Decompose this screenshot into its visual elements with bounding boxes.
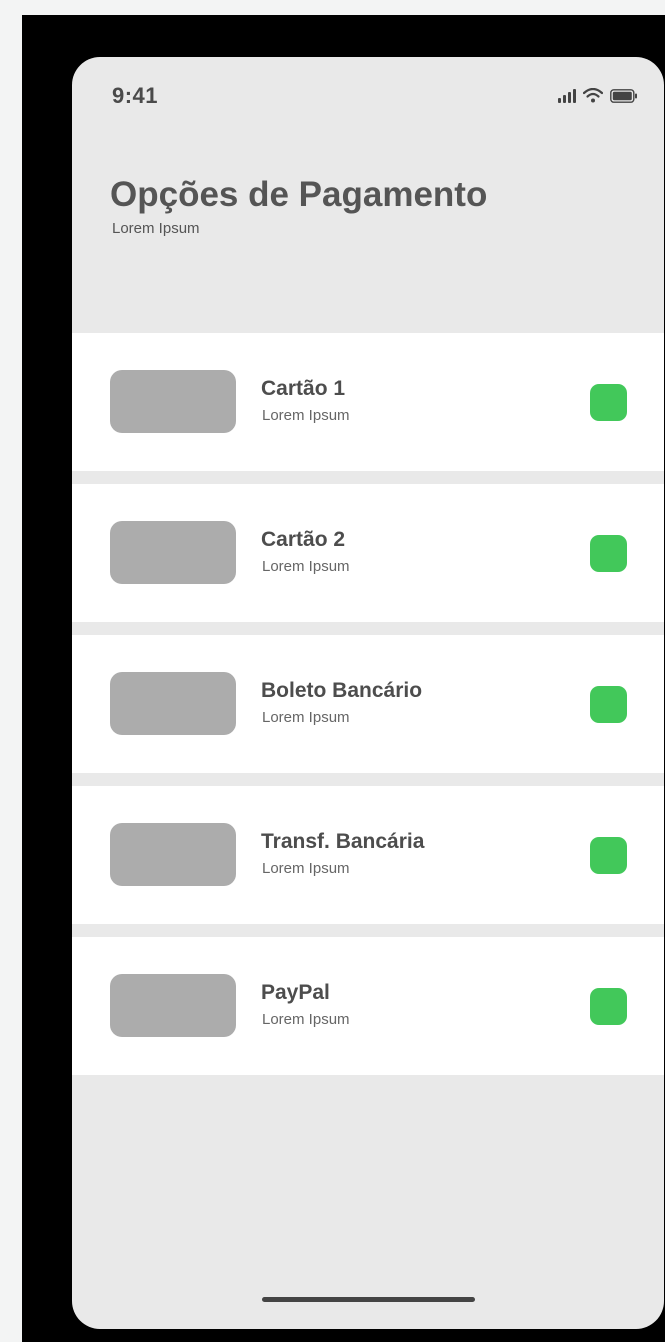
payment-options-list: Cartão 1 Lorem Ipsum Cartão 2 Lorem Ipsu… xyxy=(72,333,664,1088)
payment-option-row[interactable]: Transf. Bancária Lorem Ipsum xyxy=(72,786,664,924)
option-select-toggle[interactable] xyxy=(590,686,627,723)
option-description: Lorem Ipsum xyxy=(262,407,350,424)
option-select-toggle[interactable] xyxy=(590,535,627,572)
page-subtitle: Lorem Ipsum xyxy=(112,220,200,237)
status-icons xyxy=(558,87,638,103)
option-image-placeholder xyxy=(110,974,236,1037)
payment-option-row[interactable]: PayPal Lorem Ipsum xyxy=(72,937,664,1075)
option-description: Lorem Ipsum xyxy=(262,709,350,726)
option-description: Lorem Ipsum xyxy=(262,558,350,575)
option-name: Cartão 2 xyxy=(261,528,346,551)
home-indicator[interactable] xyxy=(262,1297,475,1302)
cellular-signal-icon xyxy=(558,89,576,103)
payment-option-row[interactable]: Boleto Bancário Lorem Ipsum xyxy=(72,635,664,773)
page-title: Opções de Pagamento xyxy=(110,175,488,214)
battery-icon xyxy=(610,89,638,103)
option-description: Lorem Ipsum xyxy=(262,1011,350,1028)
option-select-toggle[interactable] xyxy=(590,988,627,1025)
option-image-placeholder xyxy=(110,370,236,433)
option-description: Lorem Ipsum xyxy=(262,860,350,877)
option-name: Transf. Bancária xyxy=(261,830,425,853)
option-select-toggle[interactable] xyxy=(590,384,627,421)
option-name: PayPal xyxy=(261,981,330,1004)
option-image-placeholder xyxy=(110,672,236,735)
payment-option-row[interactable]: Cartão 2 Lorem Ipsum xyxy=(72,484,664,622)
phone-screen: 9:41 Opções de Pagamento Lorem Ipsum Car… xyxy=(72,57,664,1329)
payment-option-row[interactable]: Cartão 1 Lorem Ipsum xyxy=(72,333,664,471)
option-image-placeholder xyxy=(110,521,236,584)
option-select-toggle[interactable] xyxy=(590,837,627,874)
option-name: Cartão 1 xyxy=(261,377,346,400)
option-image-placeholder xyxy=(110,823,236,886)
status-time: 9:41 xyxy=(112,83,159,108)
device-frame: 9:41 Opções de Pagamento Lorem Ipsum Car… xyxy=(22,15,665,1342)
wifi-icon xyxy=(583,88,603,103)
option-name: Boleto Bancário xyxy=(261,679,423,702)
